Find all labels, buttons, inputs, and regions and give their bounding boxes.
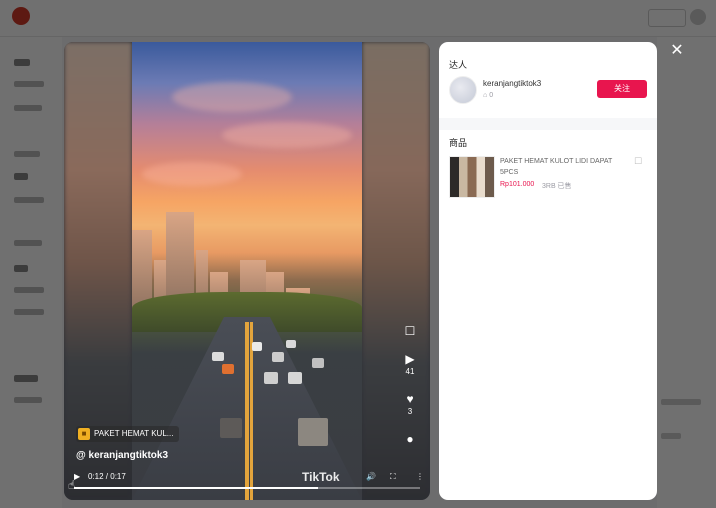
video-car (272, 352, 284, 362)
time-label: 0:12 / 0:17 (88, 472, 126, 481)
creator-name[interactable]: keranjangtiktok3 (483, 79, 541, 88)
video-player[interactable]: ■ PAKET HEMAT KUL... @ keranjangtiktok3 … (64, 42, 430, 500)
video-cloud (222, 122, 352, 148)
creator-section-title: 达人 (449, 60, 468, 70)
video-controls: ▶ 0:12 / 0:17 🔊 ⛶ ⋮ (64, 468, 430, 488)
play-count: 41 (405, 367, 415, 376)
video-side-actions: ☐ ▶ 41 ♥ 3 ● (402, 324, 418, 446)
video-car (312, 358, 324, 368)
comment-icon[interactable]: ● (402, 432, 418, 446)
progress-bar[interactable] (74, 487, 420, 489)
author-handle[interactable]: @ keranjangtiktok3 (76, 450, 168, 461)
bookmark-icon[interactable]: ☐ (634, 156, 642, 167)
cursor-hand-icon: ☝ (68, 478, 76, 492)
video-car (286, 340, 296, 348)
creator-stat: ⌂ 0 (483, 92, 493, 99)
product-image[interactable] (449, 156, 495, 198)
video-car (212, 352, 224, 361)
video-car (298, 418, 328, 446)
details-panel: 达人 keranjangtiktok3 ⌂ 0 关注 商品 PAKET HEMA… (439, 42, 657, 500)
close-icon[interactable]: ✕ (668, 42, 686, 60)
tiktok-watermark: TikTok (302, 470, 340, 484)
fullscreen-icon[interactable]: ⛶ (390, 472, 396, 482)
follow-button[interactable]: 关注 (597, 80, 647, 98)
video-car (220, 418, 242, 438)
volume-icon[interactable]: 🔊 (366, 472, 376, 481)
video-car (288, 372, 302, 384)
like-count: 3 (407, 407, 413, 416)
user-icon: ⌂ (483, 92, 488, 99)
shopping-bag-icon: ■ (78, 428, 90, 440)
video-cloud (142, 162, 242, 186)
video-cloud (172, 82, 292, 112)
heart-icon[interactable]: ♥ (402, 392, 418, 406)
video-car (264, 372, 278, 384)
video-blur-right (362, 42, 430, 500)
product-tag[interactable]: ■ PAKET HEMAT KUL... (76, 426, 180, 442)
products-section-title: 商品 (449, 138, 468, 148)
progress-fill (74, 487, 319, 489)
product-title[interactable]: PAKET HEMAT KULOT LIDI DAPAT 5PCS (500, 156, 630, 178)
more-icon[interactable]: ⋮ (416, 472, 424, 481)
creator-avatar[interactable] (449, 76, 477, 104)
video-car (222, 364, 234, 374)
product-sold: 3RB 已售 (542, 183, 572, 190)
bookmark-icon[interactable]: ☐ (402, 324, 418, 338)
video-car (252, 342, 262, 351)
product-tag-label: PAKET HEMAT KUL... (94, 429, 174, 438)
product-price: Rp101.000 (500, 181, 535, 188)
section-divider (439, 118, 657, 130)
play-icon[interactable]: ▶ (402, 352, 418, 366)
creator-stat-value: 0 (489, 92, 494, 99)
